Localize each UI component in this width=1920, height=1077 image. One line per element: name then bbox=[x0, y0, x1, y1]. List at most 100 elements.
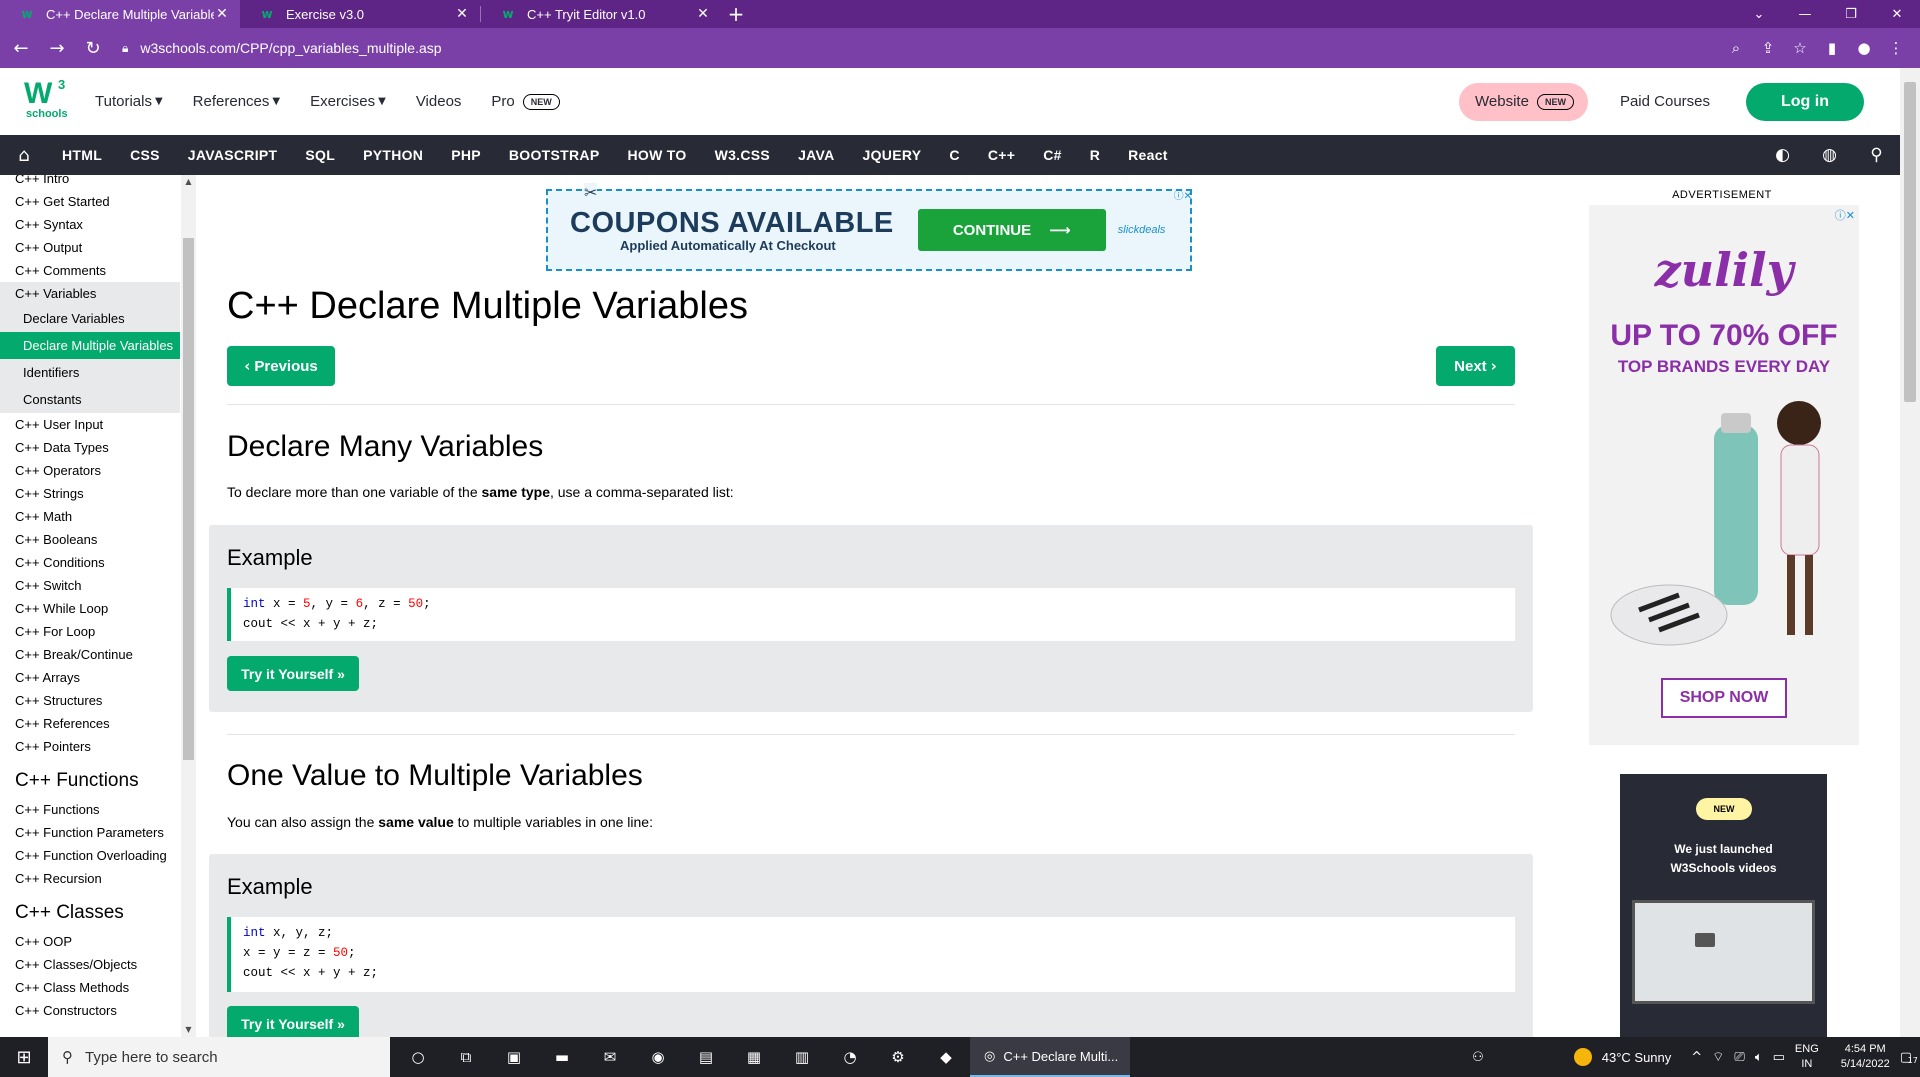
store-icon[interactable]: ▣ bbox=[490, 1037, 538, 1077]
people-icon[interactable]: ⚇ bbox=[1472, 1050, 1484, 1065]
zoom-icon[interactable]: ⌕ bbox=[1720, 39, 1752, 57]
topic-html[interactable]: HTML bbox=[48, 147, 116, 163]
page-scrollbar[interactable] bbox=[1900, 68, 1920, 1037]
sidebar-item[interactable]: C++ Get Started bbox=[0, 190, 180, 213]
sidebar-item[interactable]: C++ Constructors bbox=[0, 999, 180, 1022]
paid-courses-link[interactable]: Paid Courses bbox=[1620, 93, 1710, 110]
sidebar-item[interactable]: C++ Classes/Objects bbox=[0, 953, 180, 976]
topic-jquery[interactable]: JQUERY bbox=[849, 147, 936, 163]
topic-javascript[interactable]: JAVASCRIPT bbox=[174, 147, 292, 163]
cortana-icon[interactable]: ○ bbox=[394, 1037, 442, 1077]
topic-python[interactable]: PYTHON bbox=[349, 147, 437, 163]
sidebar-item[interactable]: C++ Function Overloading bbox=[0, 844, 180, 867]
volume-icon[interactable]: 🔈︎ bbox=[1755, 1050, 1763, 1065]
browser-tab-active[interactable]: w C++ Declare Multiple Variables ✕ bbox=[0, 0, 240, 28]
ad-choices-icon[interactable]: ⓘ✕ bbox=[1174, 187, 1192, 202]
sidebar-item[interactable]: C++ Switch bbox=[0, 574, 180, 597]
chevron-up-icon[interactable]: ^ bbox=[1691, 1050, 1702, 1065]
topic-css[interactable]: CSS bbox=[116, 147, 174, 163]
sidebar-item[interactable]: C++ For Loop bbox=[0, 620, 180, 643]
word-icon[interactable]: ▥ bbox=[778, 1037, 826, 1077]
zulily-ad[interactable]: ⓘ✕ zulily UP TO 70% OFF TOP BRANDS EVERY… bbox=[1589, 205, 1859, 745]
search-icon[interactable]: ⚲ bbox=[1853, 145, 1900, 165]
weather-widget[interactable]: 43°C Sunny bbox=[1573, 1048, 1671, 1066]
website-button[interactable]: Website NEW bbox=[1459, 82, 1588, 121]
share-icon[interactable]: ⇪ bbox=[1752, 39, 1784, 57]
login-button[interactable]: Log in bbox=[1746, 82, 1864, 121]
menu-kebab-icon[interactable]: ⋮ bbox=[1880, 39, 1912, 57]
whatsapp-icon[interactable]: ◉ bbox=[634, 1037, 682, 1077]
sidebar-item[interactable]: C++ Pointers bbox=[0, 735, 180, 758]
tab-search-icon[interactable]: ⌄ bbox=[1736, 7, 1782, 22]
mail-icon[interactable]: ✉ bbox=[586, 1037, 634, 1077]
file-explorer-icon[interactable]: ▬ bbox=[538, 1037, 586, 1077]
powerpoint-icon[interactable]: ▤ bbox=[682, 1037, 730, 1077]
task-view-icon[interactable]: ⧉ bbox=[442, 1037, 490, 1077]
topic-java[interactable]: JAVA bbox=[784, 147, 848, 163]
reload-icon[interactable]: ↻ bbox=[78, 33, 108, 63]
dev-app-icon[interactable]: ▦ bbox=[730, 1037, 778, 1077]
browser-tab[interactable]: w Exercise v3.0 ✕ bbox=[240, 0, 480, 28]
sidebar-subitem[interactable]: Constants bbox=[0, 386, 180, 413]
sidebar-item[interactable]: C++ Function Parameters bbox=[0, 821, 180, 844]
taskbar-active-chrome[interactable]: ◎ C++ Declare Multi... bbox=[970, 1037, 1130, 1077]
w3schools-logo[interactable]: W 3 schools bbox=[24, 77, 68, 127]
shop-now-button[interactable]: SHOP NOW bbox=[1661, 678, 1787, 718]
address-bar[interactable]: 🔒︎ w3schools.com/CPP/cpp_variables_multi… bbox=[122, 33, 1720, 63]
nav-exercises[interactable]: Exercises ▼ bbox=[310, 93, 386, 110]
ad-continue-button[interactable]: CONTINUE ⟶ bbox=[917, 209, 1106, 251]
sidebar-item[interactable]: C++ Comments bbox=[0, 259, 180, 282]
close-tab-icon[interactable]: ✕ bbox=[695, 6, 711, 22]
sidebar-item[interactable]: C++ Data Types bbox=[0, 436, 180, 459]
topic-howto[interactable]: HOW TO bbox=[613, 147, 700, 163]
settings-gear-icon[interactable]: ⚙ bbox=[874, 1037, 922, 1077]
sidebar-item[interactable]: C++ Functions bbox=[0, 798, 180, 821]
clock[interactable]: 4:54 PM 5/14/2022 bbox=[1841, 1042, 1890, 1072]
topic-c[interactable]: C bbox=[935, 147, 973, 163]
sidebar-item[interactable]: C++ Break/Continue bbox=[0, 643, 180, 666]
topic-react[interactable]: React bbox=[1114, 147, 1182, 163]
sidebar-item[interactable]: C++ Operators bbox=[0, 459, 180, 482]
sidebar-item[interactable]: C++ Arrays bbox=[0, 666, 180, 689]
sidebar-item[interactable]: C++ OOP bbox=[0, 930, 180, 953]
sidebar-scroll-thumb[interactable] bbox=[183, 238, 194, 760]
sidebar-scrollbar[interactable]: ▲ ▼ bbox=[181, 175, 196, 1037]
try-it-yourself-button[interactable]: Try it Yourself » bbox=[227, 656, 359, 691]
sidebar-item[interactable]: C++ Math bbox=[0, 505, 180, 528]
sidebar-item[interactable]: C++ While Loop bbox=[0, 597, 180, 620]
topic-w3css[interactable]: W3.CSS bbox=[701, 147, 784, 163]
topic-sql[interactable]: SQL bbox=[291, 147, 349, 163]
sidebar-subitem[interactable]: Identifiers bbox=[0, 359, 180, 386]
dark-mode-icon[interactable]: ◐ bbox=[1759, 145, 1806, 165]
sidebar-item[interactable]: C++ User Input bbox=[0, 413, 180, 436]
topic-bootstrap[interactable]: BOOTSTRAP bbox=[495, 147, 614, 163]
topic-php[interactable]: PHP bbox=[437, 147, 495, 163]
sidebar-item-variables[interactable]: C++ Variables bbox=[0, 282, 180, 305]
scroll-down-icon[interactable]: ▼ bbox=[181, 1025, 196, 1034]
next-button[interactable]: Next › bbox=[1436, 346, 1515, 386]
topic-r[interactable]: R bbox=[1076, 147, 1114, 163]
display-icon[interactable]: ⎚ bbox=[1734, 1050, 1744, 1065]
previous-button[interactable]: ‹ Previous bbox=[227, 346, 335, 386]
topic-csharp[interactable]: C# bbox=[1029, 147, 1076, 163]
lock-icon[interactable]: 🔒︎ bbox=[122, 41, 128, 56]
sidebar-item[interactable]: C++ Recursion bbox=[0, 867, 180, 890]
sidebar-item[interactable]: C++ Booleans bbox=[0, 528, 180, 551]
sidebar-item[interactable]: C++ Conditions bbox=[0, 551, 180, 574]
sidebar-item[interactable]: C++ Intro bbox=[0, 175, 180, 190]
w3schools-videos-ad[interactable]: NEW We just launched W3Schools videos bbox=[1620, 774, 1827, 1037]
nav-references[interactable]: References ▼ bbox=[193, 93, 280, 110]
sidebar-item[interactable]: C++ Strings bbox=[0, 482, 180, 505]
close-tab-icon[interactable]: ✕ bbox=[214, 6, 230, 22]
vscode-icon[interactable]: ◆ bbox=[922, 1037, 970, 1077]
home-icon[interactable]: ⌂ bbox=[0, 145, 48, 166]
url-text[interactable]: w3schools.com/CPP/cpp_variables_multiple… bbox=[140, 40, 441, 56]
page-scroll-thumb[interactable] bbox=[1904, 82, 1916, 402]
network-icon[interactable]: ⌔ bbox=[1712, 1049, 1724, 1065]
sidebar-item[interactable]: C++ Output bbox=[0, 236, 180, 259]
nav-pro[interactable]: Pro NEW bbox=[491, 93, 560, 110]
sidebar-subitem[interactable]: Declare Variables bbox=[0, 305, 180, 332]
forward-arrow-icon[interactable]: → bbox=[42, 33, 72, 63]
close-tab-icon[interactable]: ✕ bbox=[454, 6, 470, 22]
minimize-icon[interactable]: — bbox=[1782, 7, 1828, 22]
